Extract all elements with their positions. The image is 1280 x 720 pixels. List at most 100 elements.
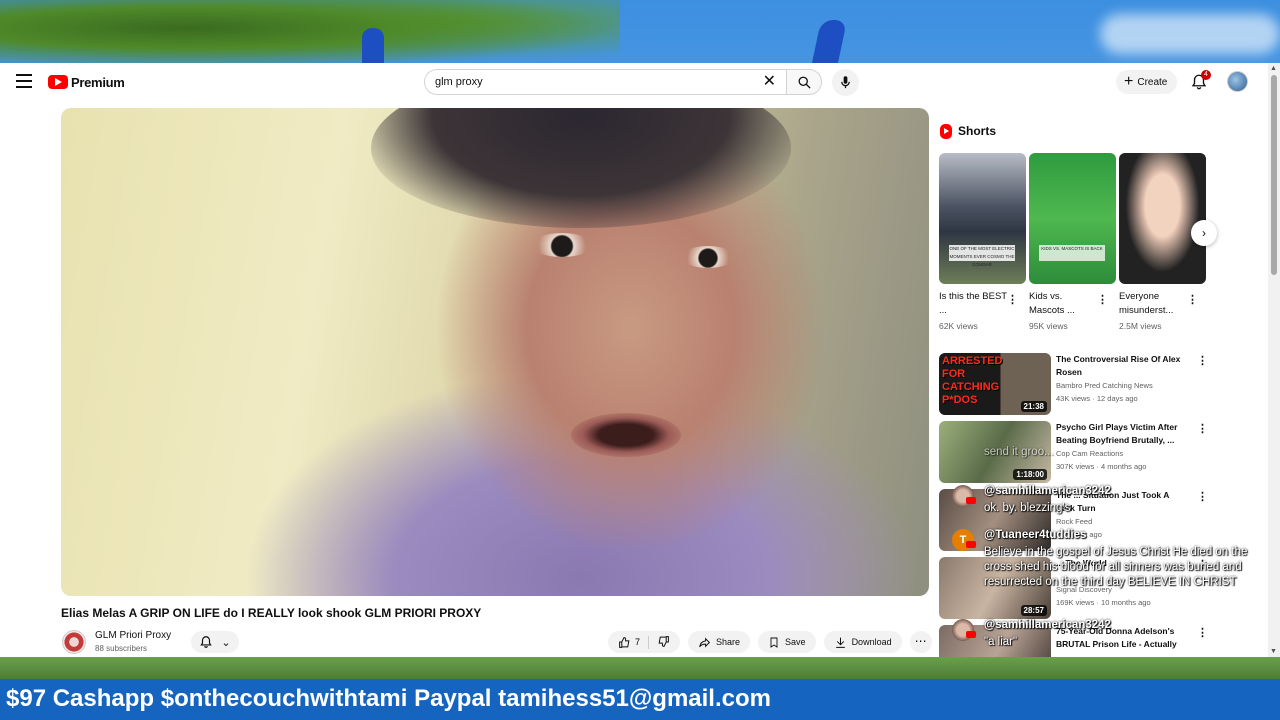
save-label: Save: [785, 637, 806, 647]
short-thumbnail-caption: ONE OF THE MOST ELECTRIC MOMENTS EVER CO…: [949, 245, 1015, 267]
hamburger-menu-icon[interactable]: [16, 74, 32, 88]
short-title[interactable]: Is this the BEST ...: [939, 290, 1009, 318]
share-button[interactable]: Share: [688, 631, 751, 653]
video-duration: 21:38: [1020, 401, 1047, 412]
short-thumbnail[interactable]: ONE OF THE MOST ELECTRIC MOMENTS EVER CO…: [939, 153, 1026, 284]
kebab-menu-icon[interactable]: ⋮: [1197, 354, 1208, 367]
logo-text: Premium: [71, 74, 125, 90]
microphone-icon: [841, 76, 850, 89]
download-button[interactable]: Download: [823, 631, 902, 653]
chat-message-text: ok. by. blezzing's: [984, 502, 1071, 514]
clear-search-icon[interactable]: ✕: [763, 74, 776, 90]
kebab-menu-icon[interactable]: ⋮: [1007, 293, 1018, 306]
thumbs-down-icon: [658, 635, 669, 647]
channel-avatar[interactable]: [62, 630, 86, 654]
voice-search-button[interactable]: [832, 69, 859, 96]
account-avatar[interactable]: [1227, 71, 1248, 92]
recommendation-title[interactable]: The Controversial Rise Of Alex Rosen: [1056, 353, 1186, 379]
recommendation-channel[interactable]: Rock Feed: [1056, 517, 1092, 526]
chat-username: @Tuaneer4tuddies: [984, 529, 1087, 541]
short-views: 2.5M views: [1119, 321, 1162, 331]
chat-username: @samhillamerican3242: [984, 485, 1111, 497]
masthead: Premium ✕ + Create 4: [0, 63, 1268, 101]
recommendation-item[interactable]: The ... Situation Just Took A Dark Turn …: [939, 489, 1209, 551]
video-title: Elias Melas A GRIP ON LIFE do I REALLY l…: [61, 606, 482, 620]
short-thumbnail[interactable]: KIDS VS. MASCOTS IS BACK: [1029, 153, 1116, 284]
recommendation-channel[interactable]: Bambro Pred Catching News: [1056, 381, 1153, 390]
share-label: Share: [716, 637, 741, 647]
scrollbar-thumb[interactable]: [1271, 75, 1277, 275]
youtube-badge-icon: [966, 497, 976, 504]
page-scrollbar[interactable]: ▲ ▼: [1268, 63, 1280, 657]
like-count: 7: [635, 637, 641, 647]
share-icon: [699, 637, 711, 647]
kebab-menu-icon[interactable]: ⋮: [1197, 422, 1208, 435]
like-dislike-bar: 7: [608, 631, 681, 653]
shorts-logo-icon: [940, 123, 952, 139]
kebab-menu-icon[interactable]: ⋮: [1187, 293, 1198, 306]
plus-icon: +: [1124, 73, 1134, 90]
search-input[interactable]: [435, 76, 755, 88]
search-button[interactable]: [786, 69, 822, 95]
kebab-menu-icon[interactable]: ⋮: [1097, 293, 1108, 306]
donation-banner: $97 Cashapp $onthecouchwithtami Paypal t…: [0, 679, 1280, 720]
chat-username: @samhillamerican3242: [984, 619, 1111, 631]
background-cloud: [1100, 14, 1280, 54]
recommendation-meta: 169K views · 10 months ago: [1056, 598, 1151, 607]
chat-message-text: Believe in the gospel of Jesus Christ He…: [984, 546, 1248, 588]
video-frame-eye: [681, 246, 735, 268]
chevron-down-icon: ⌄: [221, 636, 231, 649]
short-card[interactable]: KIDS VS. MASCOTS IS BACK Kids vs. Mascot…: [1029, 153, 1116, 331]
subscription-bell-button[interactable]: ⌄: [191, 631, 239, 653]
short-title[interactable]: Everyone misunderst...: [1119, 290, 1189, 318]
chat-message-text: "a liar": [984, 636, 1018, 648]
short-views: 62K views: [939, 321, 978, 331]
scroll-up-arrow-icon[interactable]: ▲: [1270, 65, 1277, 72]
subscriber-count: 88 subscribers: [95, 644, 148, 653]
video-frame-hair: [371, 108, 791, 228]
background-post: [362, 28, 384, 68]
bookmark-icon: [770, 637, 778, 648]
recommendation-title[interactable]: Psycho Girl Plays Victim After Beating B…: [1056, 421, 1186, 447]
download-label: Download: [851, 637, 892, 647]
short-title[interactable]: Kids vs. Mascots ...: [1029, 290, 1099, 318]
more-actions-button[interactable]: ⋯: [909, 631, 932, 653]
shorts-heading: Shorts: [958, 124, 997, 138]
shorts-header: Shorts: [940, 123, 996, 139]
short-thumbnail-caption: KIDS VS. MASCOTS IS BACK: [1039, 245, 1105, 261]
youtube-window: Premium ✕ + Create 4 ▲ ▼ Elias Melas A G…: [0, 63, 1280, 657]
background-post: [810, 20, 848, 68]
channel-row: GLM Priori Proxy 88 subscribers ⌄ 7 Shar…: [61, 628, 932, 657]
bell-icon: [200, 636, 213, 648]
search-box: ✕: [424, 69, 786, 95]
video-frame-mouth: [571, 413, 681, 457]
recommendation-thumbnail[interactable]: ARRESTED FOR CATCHING P*DOS 21:38: [939, 353, 1051, 415]
youtube-logo-icon: [48, 75, 68, 89]
channel-name[interactable]: GLM Priori Proxy: [95, 630, 171, 641]
recommendation-meta: 307K views · 4 months ago: [1056, 462, 1147, 471]
youtube-badge-icon: [966, 631, 976, 638]
save-button[interactable]: Save: [758, 631, 816, 653]
video-duration: 28:57: [1020, 605, 1047, 616]
tree-foliage: [0, 0, 620, 70]
short-card[interactable]: Everyone misunderst... 2.5M views ⋮: [1119, 153, 1206, 331]
recommendation-item[interactable]: ARRESTED FOR CATCHING P*DOS 21:38 The Co…: [939, 353, 1209, 415]
donation-banner-text: $97 Cashapp $onthecouchwithtami Paypal t…: [6, 685, 771, 712]
thumbnail-caption: ARRESTED FOR CATCHING P*DOS: [942, 355, 1003, 406]
short-views: 95K views: [1029, 321, 1068, 331]
chat-message-text: send it groo...: [984, 446, 1054, 458]
scroll-down-arrow-icon[interactable]: ▼: [1270, 648, 1277, 655]
short-thumbnail[interactable]: [1119, 153, 1206, 284]
like-button[interactable]: 7: [608, 635, 650, 649]
video-player[interactable]: [61, 108, 929, 596]
thumbs-up-icon: [619, 636, 630, 648]
background-ticker-strip: [0, 657, 1280, 679]
chevron-right-icon: ›: [1202, 226, 1206, 240]
download-icon: [835, 637, 845, 648]
dislike-button[interactable]: [649, 635, 680, 650]
search-icon: [798, 76, 811, 89]
shorts-next-button[interactable]: ›: [1191, 220, 1217, 246]
short-card[interactable]: ONE OF THE MOST ELECTRIC MOMENTS EVER CO…: [939, 153, 1026, 331]
create-button[interactable]: + Create: [1116, 70, 1178, 94]
youtube-premium-logo[interactable]: Premium: [48, 74, 125, 90]
